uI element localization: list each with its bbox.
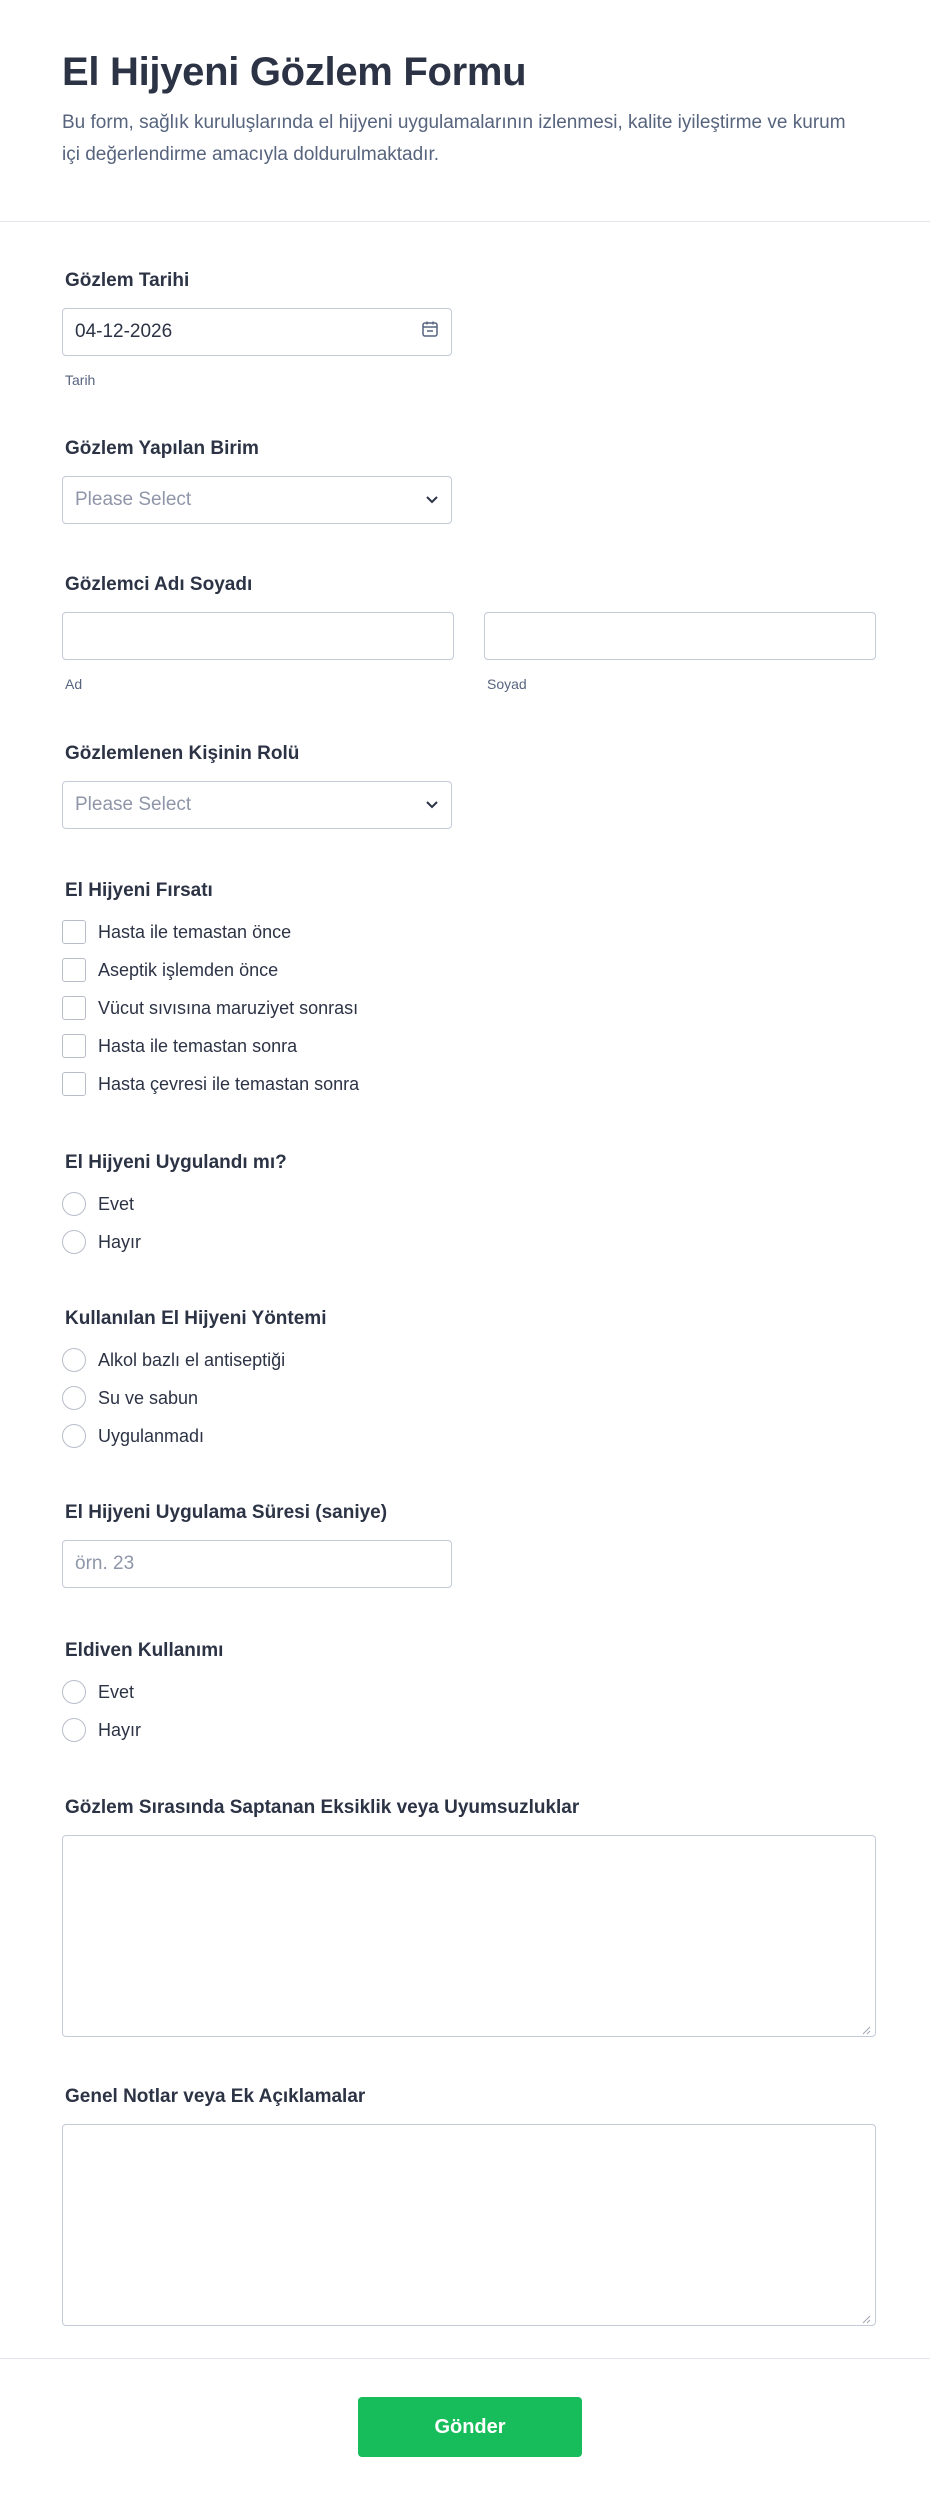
method-option[interactable]: Uygulanmadı: [62, 1417, 326, 1455]
checkbox[interactable]: [62, 920, 86, 944]
chevron-down-icon: [425, 489, 439, 511]
opportunity-option[interactable]: Aseptik işlemden önce: [62, 951, 359, 989]
checkbox[interactable]: [62, 1072, 86, 1096]
observer-label: Gözlemci Adı Soyadı: [65, 574, 253, 595]
radio-button[interactable]: [62, 1348, 86, 1372]
duration-input[interactable]: örn. 23: [62, 1540, 452, 1588]
role-field: Gözlemlenen Kişinin Rolü Please Select: [62, 743, 452, 829]
submit-button[interactable]: Gönder: [358, 2397, 582, 2457]
last-name-input[interactable]: [484, 612, 876, 660]
checkbox[interactable]: [62, 1034, 86, 1058]
opportunity-label: El Hijyeni Fırsatı: [65, 880, 213, 901]
role-label: Gözlemlenen Kişinin Rolü: [65, 743, 300, 764]
first-name-sublabel: Ad: [65, 676, 83, 692]
deficiencies-field: Gözlem Sırasında Saptanan Eksiklik veya …: [62, 1797, 876, 2037]
form-header: El Hijyeni Gözlem Formu Bu form, sağlık …: [0, 0, 930, 222]
observation-date-input[interactable]: 04-12-2026: [62, 308, 452, 356]
opportunity-option[interactable]: Hasta çevresi ile temastan sonra: [62, 1065, 359, 1103]
opportunity-option[interactable]: Vücut sıvısına maruziyet sonrası: [62, 989, 359, 1027]
method-label: Kullanılan El Hijyeni Yöntemi: [65, 1308, 327, 1329]
option-label: Hasta çevresi ile temastan sonra: [98, 1073, 360, 1094]
option-label: Evet: [98, 1681, 135, 1702]
deficiencies-textarea[interactable]: [62, 1835, 876, 2037]
radio-button[interactable]: [62, 1424, 86, 1448]
option-label: Hasta ile temastan önce: [98, 921, 292, 942]
method-field: Kullanılan El Hijyeni Yöntemi Alkol bazl…: [62, 1308, 326, 1455]
radio-button[interactable]: [62, 1192, 86, 1216]
gloves-option-yes[interactable]: Evet: [62, 1673, 223, 1711]
unit-field: Gözlem Yapılan Birim Please Select: [62, 438, 452, 524]
opportunity-option[interactable]: Hasta ile temastan önce: [62, 913, 359, 951]
observation-date-value: 04-12-2026: [75, 321, 173, 342]
radio-button[interactable]: [62, 1230, 86, 1254]
role-select[interactable]: Please Select: [62, 781, 452, 829]
method-option[interactable]: Su ve sabun: [62, 1379, 326, 1417]
unit-label: Gözlem Yapılan Birim: [65, 438, 259, 459]
option-label: Uygulanmadı: [98, 1425, 205, 1446]
option-label: Hayır: [98, 1231, 142, 1252]
applied-field: El Hijyeni Uygulandı mı? Evet Hayır: [62, 1152, 287, 1261]
notes-label: Genel Notlar veya Ek Açıklamalar: [65, 2086, 366, 2107]
option-label: Su ve sabun: [98, 1387, 199, 1408]
unit-select[interactable]: Please Select: [62, 476, 452, 524]
option-label: Vücut sıvısına maruziyet sonrası: [98, 997, 359, 1018]
chevron-down-icon: [425, 794, 439, 816]
calendar-icon[interactable]: [421, 320, 439, 344]
applied-option-yes[interactable]: Evet: [62, 1185, 287, 1223]
role-placeholder: Please Select: [75, 794, 192, 815]
radio-button[interactable]: [62, 1680, 86, 1704]
resize-handle-icon[interactable]: [861, 2022, 871, 2035]
observation-date-field: Gözlem Tarihi 04-12-2026 Tarih: [62, 270, 452, 388]
method-option[interactable]: Alkol bazlı el antiseptiği: [62, 1341, 326, 1379]
gloves-label: Eldiven Kullanımı: [65, 1640, 224, 1661]
applied-option-no[interactable]: Hayır: [62, 1223, 287, 1261]
duration-field: El Hijyeni Uygulama Süresi (saniye) örn.…: [62, 1502, 452, 1588]
option-label: Evet: [98, 1193, 135, 1214]
option-label: Hayır: [98, 1719, 142, 1740]
opportunity-field: El Hijyeni Fırsatı Hasta ile temastan ön…: [62, 880, 359, 1103]
option-label: Aseptik işlemden önce: [98, 959, 279, 980]
opportunity-option[interactable]: Hasta ile temastan sonra: [62, 1027, 359, 1065]
notes-textarea[interactable]: [62, 2124, 876, 2326]
gloves-field: Eldiven Kullanımı Evet Hayır: [62, 1640, 223, 1749]
unit-placeholder: Please Select: [75, 489, 192, 510]
resize-handle-icon[interactable]: [861, 2311, 871, 2324]
observation-date-label: Gözlem Tarihi: [65, 270, 190, 291]
first-name-input[interactable]: [62, 612, 454, 660]
form-title: El Hijyeni Gözlem Formu: [62, 50, 527, 94]
option-label: Alkol bazlı el antiseptiği: [98, 1349, 286, 1370]
checkbox[interactable]: [62, 958, 86, 982]
form-footer: Gönder: [0, 2358, 930, 2507]
checkbox[interactable]: [62, 996, 86, 1020]
deficiencies-label: Gözlem Sırasında Saptanan Eksiklik veya …: [65, 1797, 580, 1818]
gloves-option-no[interactable]: Hayır: [62, 1711, 223, 1749]
form-description: Bu form, sağlık kuruluşlarında el hijyen…: [62, 112, 846, 165]
last-name-sublabel: Soyad: [487, 676, 527, 692]
duration-label: El Hijyeni Uygulama Süresi (saniye): [65, 1502, 388, 1523]
duration-placeholder: örn. 23: [75, 1553, 135, 1574]
notes-field: Genel Notlar veya Ek Açıklamalar: [62, 2086, 876, 2326]
applied-label: El Hijyeni Uygulandı mı?: [65, 1152, 287, 1173]
observation-date-sublabel: Tarih: [65, 372, 96, 388]
radio-button[interactable]: [62, 1386, 86, 1410]
observer-field: Gözlemci Adı Soyadı Ad Soyad: [62, 574, 876, 692]
option-label: Hasta ile temastan sonra: [98, 1035, 298, 1056]
radio-button[interactable]: [62, 1718, 86, 1742]
